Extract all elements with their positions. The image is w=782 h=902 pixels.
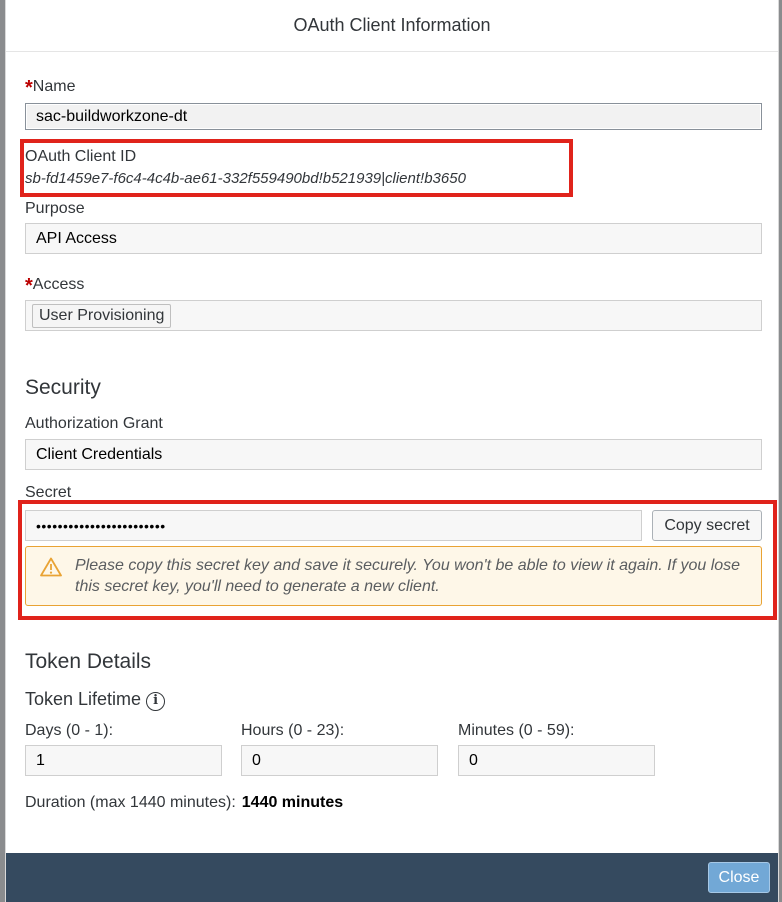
name-label: *Name xyxy=(25,77,76,99)
minutes-input[interactable]: 0 xyxy=(458,745,655,776)
purpose-field[interactable]: API Access xyxy=(25,223,762,254)
days-input[interactable]: 1 xyxy=(25,745,222,776)
grant-field[interactable]: Client Credentials xyxy=(25,439,762,470)
warning-text: Please copy this secret key and save it … xyxy=(75,557,741,595)
access-token-chip[interactable]: User Provisioning xyxy=(32,303,172,328)
copy-secret-button[interactable]: Copy secret xyxy=(652,510,762,541)
close-button[interactable]: Close xyxy=(708,862,770,893)
oauth-client-dialog: OAuth Client Information *Name sac-build… xyxy=(5,0,779,902)
minutes-label: Minutes (0 - 59): xyxy=(458,722,575,739)
token-lifetime-label: Token Lifetime i xyxy=(25,689,166,711)
required-star: * xyxy=(25,77,33,99)
hours-input[interactable]: 0 xyxy=(241,745,438,776)
secret-input[interactable]: •••••••••••••••••••••••• xyxy=(25,510,642,541)
info-icon[interactable]: i xyxy=(146,692,166,711)
grant-label: Authorization Grant xyxy=(25,415,163,432)
secret-warning: Please copy this secret key and save it … xyxy=(25,546,762,606)
access-field[interactable]: User Provisioning xyxy=(25,300,762,331)
dialog-footer: Close xyxy=(6,853,778,902)
purpose-label: Purpose xyxy=(25,200,85,217)
name-input[interactable]: sac-buildworkzone-dt xyxy=(25,103,762,130)
warning-icon xyxy=(40,557,62,577)
dialog-title: OAuth Client Information xyxy=(293,15,491,35)
client-id-label: OAuth Client ID xyxy=(25,148,137,165)
duration-value: 1440 minutes xyxy=(241,794,344,811)
token-section-title: Token Details xyxy=(25,650,152,673)
dialog-header: OAuth Client Information xyxy=(6,0,778,52)
security-section-title: Security xyxy=(25,376,101,399)
hours-label: Hours (0 - 23): xyxy=(241,722,345,739)
duration-text: Duration (max 1440 minutes): 1440 minutes xyxy=(25,794,344,811)
days-label: Days (0 - 1): xyxy=(25,722,114,739)
access-label: *Access xyxy=(25,275,85,297)
client-id-value: sb-fd1459e7-f6c4-4c4b-ae61-332f559490bd!… xyxy=(25,170,466,187)
required-star: * xyxy=(25,275,33,297)
